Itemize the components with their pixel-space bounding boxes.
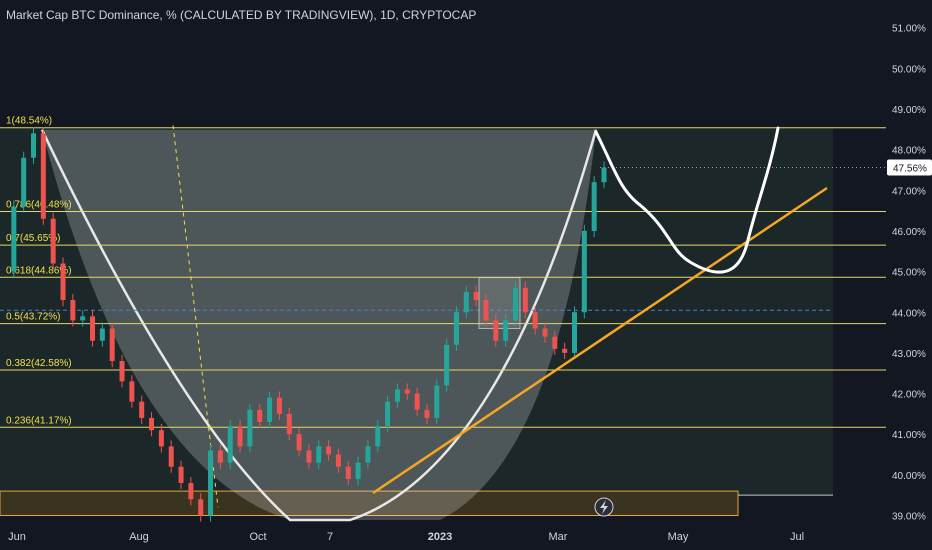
- candle-body: [326, 446, 332, 455]
- candle-body: [149, 417, 155, 431]
- candle-body: [414, 393, 420, 410]
- candle-body: [217, 450, 223, 463]
- x-tick-label: Oct: [249, 531, 266, 543]
- candle-body: [267, 397, 273, 423]
- y-tick-label: 51.00%: [892, 24, 926, 35]
- candle-body: [50, 218, 56, 264]
- candle-body: [463, 291, 469, 313]
- candle-body: [335, 454, 341, 467]
- candle-body: [237, 426, 243, 447]
- candle-body: [60, 263, 66, 301]
- candle-body: [31, 133, 37, 158]
- candle-body: [375, 426, 381, 447]
- y-tick-label: 45.00%: [892, 268, 926, 279]
- y-tick-label: 46.00%: [892, 227, 926, 238]
- x-tick-label: May: [668, 531, 689, 543]
- candle-body: [276, 397, 282, 414]
- candle-body: [296, 434, 302, 451]
- candle-body: [571, 312, 577, 353]
- candle-body: [601, 167, 607, 183]
- candle-body: [109, 328, 115, 362]
- y-tick-label: 48.00%: [892, 146, 926, 157]
- x-tick-label: Aug: [129, 531, 149, 543]
- fib-level-label: 0.5(43.72%): [6, 312, 60, 323]
- current-value-label: 47.56%: [893, 164, 927, 175]
- candle-body: [365, 446, 371, 463]
- candle-body: [424, 409, 430, 418]
- x-tick-label: Jun: [8, 531, 26, 543]
- candle-body: [581, 230, 587, 313]
- candle-body: [562, 348, 568, 353]
- x-tick-label: Jul: [790, 531, 804, 543]
- candle-body: [247, 409, 253, 447]
- candle-body: [404, 389, 410, 394]
- candle-body: [453, 312, 459, 345]
- y-tick-label: 40.00%: [892, 471, 926, 482]
- candle-body: [119, 361, 125, 382]
- candle-body: [139, 401, 145, 418]
- candle-body: [394, 389, 400, 402]
- y-tick-label: 49.00%: [892, 105, 926, 116]
- y-tick-label: 41.00%: [892, 430, 926, 441]
- candle-body: [257, 409, 263, 423]
- candle-body: [11, 206, 17, 272]
- y-tick-label: 39.00%: [892, 512, 926, 523]
- candle-body: [503, 320, 509, 341]
- candle-body: [345, 466, 351, 479]
- y-tick-label: 47.00%: [892, 186, 926, 197]
- candle-body: [532, 312, 538, 329]
- candle-body: [99, 328, 105, 341]
- candle-body: [483, 300, 489, 321]
- fib-level-label: 1(48.54%): [6, 116, 52, 127]
- candle-body: [306, 450, 312, 463]
- candle-body: [493, 320, 499, 341]
- x-tick-label: 7: [327, 531, 333, 543]
- lightning-icon: [594, 497, 614, 517]
- candle-body: [522, 287, 528, 313]
- chart-area[interactable]: 1(48.54%) 0.786(46.48%) 0.7(45.65%) 0.618(4…: [0, 0, 932, 550]
- candle-body: [316, 446, 322, 463]
- x-tick-label: Mar: [549, 531, 568, 543]
- candle-body: [208, 450, 214, 516]
- candle-body: [227, 426, 233, 463]
- candle-body: [286, 413, 292, 435]
- candle-body: [355, 462, 361, 479]
- candle-body: [129, 381, 135, 402]
- x-tick-label: 2023: [428, 531, 452, 543]
- candle-body: [385, 401, 391, 427]
- y-tick-label: 50.00%: [892, 64, 926, 75]
- candle-body: [168, 446, 174, 467]
- candle-body: [158, 430, 164, 447]
- candle-body: [512, 287, 518, 321]
- candle-body: [198, 499, 204, 516]
- chart-canvas[interactable]: 1(48.54%)0.786(46.48%)0.7(45.65%)0.618(4…: [0, 0, 932, 550]
- candle-body: [90, 316, 96, 341]
- candle-body: [188, 482, 194, 500]
- candle-body: [80, 316, 86, 321]
- y-tick-label: 43.00%: [892, 349, 926, 360]
- candle-body: [40, 133, 46, 219]
- fib-level-label: 0.236(41.17%): [6, 415, 72, 426]
- candle-body: [434, 385, 440, 418]
- candle-body: [473, 291, 479, 301]
- candle-body: [542, 328, 548, 337]
- candle-body: [70, 300, 76, 321]
- candle-body: [591, 182, 597, 231]
- fib-level-label: 0.382(42.58%): [6, 358, 72, 369]
- candle-body: [178, 466, 184, 483]
- candle-body: [21, 157, 27, 207]
- candle-body: [444, 344, 450, 386]
- y-tick-label: 44.00%: [892, 308, 926, 319]
- candle-body: [552, 336, 558, 349]
- y-tick-label: 42.00%: [892, 390, 926, 401]
- chart-title: Market Cap BTC Dominance, % (CALCULATED …: [6, 8, 477, 22]
